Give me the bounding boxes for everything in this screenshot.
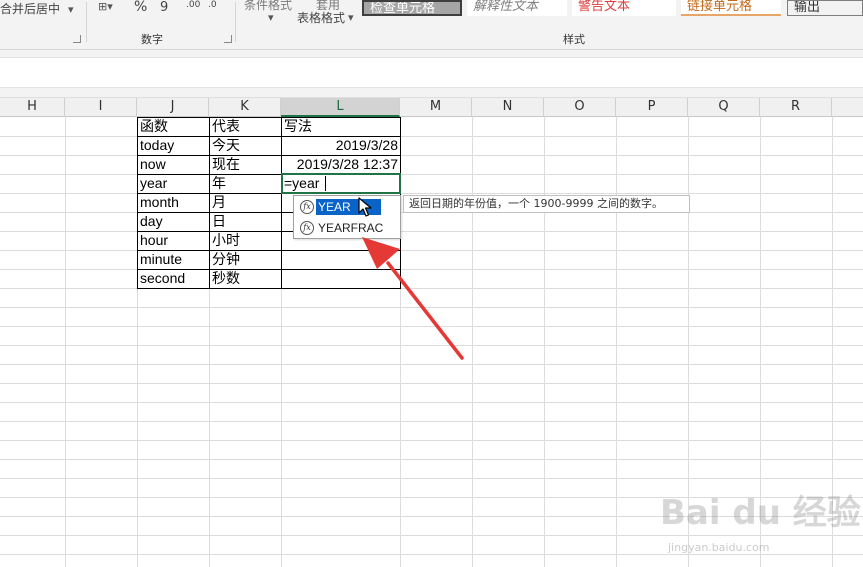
grid-row-line bbox=[0, 478, 863, 479]
column-header-l[interactable]: L bbox=[281, 98, 400, 117]
column-header-n[interactable]: N bbox=[472, 98, 544, 117]
baidu-jingyan-watermark: Bai du 经验 jingyan.baidu.com bbox=[660, 485, 861, 565]
table-cell-j[interactable]: year bbox=[138, 174, 209, 193]
table-cell-j[interactable]: now bbox=[138, 155, 209, 174]
column-header-row: H I J K L M N O P Q R bbox=[0, 98, 863, 117]
watermark-url: jingyan.baidu.com bbox=[668, 541, 770, 554]
ribbon-separator bbox=[235, 2, 236, 42]
table-cell-l[interactable]: 2019/3/28 bbox=[282, 136, 400, 155]
fx-function-icon: fx bbox=[300, 200, 314, 214]
alignment-launcher-icon[interactable] bbox=[73, 35, 81, 43]
table-cell-k[interactable]: 今天 bbox=[210, 136, 281, 155]
column-header-o[interactable]: O bbox=[544, 98, 616, 117]
table-cell-j[interactable]: hour bbox=[138, 231, 209, 250]
table-border-vertical bbox=[209, 117, 210, 289]
fx-function-icon: fx bbox=[300, 221, 314, 235]
table-border-horizontal bbox=[137, 155, 401, 156]
percent-button[interactable]: % bbox=[134, 0, 147, 15]
styles-group-label: 样式 bbox=[563, 33, 585, 46]
table-cell-k[interactable]: 分钟 bbox=[210, 250, 281, 269]
accounting-format-icon[interactable]: ⊞▾ bbox=[98, 0, 113, 13]
table-cell-k[interactable]: 秒数 bbox=[210, 269, 281, 288]
style-check-cell[interactable]: 检查单元格 bbox=[362, 0, 462, 16]
column-header-p[interactable]: P bbox=[616, 98, 688, 117]
table-cell-j[interactable]: day bbox=[138, 212, 209, 231]
number-launcher-icon[interactable] bbox=[224, 35, 232, 43]
table-cell-k[interactable]: 代表 bbox=[210, 117, 281, 136]
grid-column-line bbox=[616, 117, 617, 567]
table-cell-k[interactable]: 年 bbox=[210, 174, 281, 193]
annotation-arrow-icon bbox=[362, 237, 464, 360]
table-format-chevron-icon[interactable]: ▾ bbox=[348, 11, 354, 24]
merge-dropdown-chevron-icon[interactable]: ▾ bbox=[68, 3, 74, 16]
table-cell-k[interactable]: 日 bbox=[210, 212, 281, 231]
table-cell-j[interactable]: today bbox=[138, 136, 209, 155]
grid-column-line bbox=[65, 117, 66, 567]
table-cell-j[interactable]: second bbox=[138, 269, 209, 288]
grid-row-line bbox=[0, 440, 863, 441]
grid-row-line bbox=[0, 402, 863, 403]
table-border-horizontal bbox=[137, 136, 401, 137]
grid-row-line bbox=[0, 174, 863, 175]
style-output[interactable]: 输出 bbox=[787, 0, 863, 16]
grid-row-line bbox=[0, 459, 863, 460]
column-header-i[interactable]: I bbox=[65, 98, 137, 117]
table-cell-j[interactable]: 函数 bbox=[138, 117, 209, 136]
table-cell-l[interactable]: 写法 bbox=[282, 117, 400, 136]
grid-row-line bbox=[0, 383, 863, 384]
autocomplete-item-year[interactable]: fx YEAR bbox=[296, 197, 400, 217]
comma-style-button[interactable]: 9 bbox=[160, 0, 168, 15]
style-warning-text[interactable]: 警告文本 bbox=[572, 0, 676, 16]
ribbon-separator bbox=[86, 2, 87, 42]
table-border-vertical bbox=[281, 117, 282, 289]
number-group-label: 数字 bbox=[141, 33, 163, 46]
text-caret bbox=[325, 176, 326, 191]
table-border-vertical bbox=[137, 117, 138, 289]
merge-center-button[interactable]: 合并后居中 bbox=[0, 0, 60, 17]
table-cell-l[interactable]: 2019/3/28 12:37 bbox=[282, 155, 400, 174]
conditional-format-chevron-icon[interactable]: ▾ bbox=[268, 11, 274, 24]
column-header-h[interactable]: H bbox=[0, 98, 65, 117]
ribbon: 合并后居中 ▾ ⊞▾ % 9 .00 .0 数字 条件格式 ▾ 套用 表格格式 … bbox=[0, 0, 863, 50]
mouse-pointer-icon bbox=[358, 197, 372, 217]
column-header-r[interactable]: R bbox=[760, 98, 832, 117]
style-linked-cell[interactable]: 链接单元格 bbox=[681, 0, 781, 16]
table-cell-k[interactable]: 现在 bbox=[210, 155, 281, 174]
grid-row-line bbox=[0, 193, 863, 194]
formula-bar[interactable] bbox=[0, 57, 863, 88]
grid-row-line bbox=[0, 155, 863, 156]
style-explanatory-text[interactable]: 解释性文本 bbox=[467, 0, 567, 16]
table-border-horizontal bbox=[137, 117, 401, 118]
grid-row-line bbox=[0, 136, 863, 137]
table-cell-j[interactable]: month bbox=[138, 193, 209, 212]
function-tooltip: 返回日期的年份值，一个 1900-9999 之间的数字。 bbox=[403, 195, 690, 213]
column-header-k[interactable]: K bbox=[209, 98, 281, 117]
table-cell-k[interactable]: 月 bbox=[210, 193, 281, 212]
formula-bar-area bbox=[0, 50, 863, 98]
grid-row-line bbox=[0, 421, 863, 422]
increase-decimal-button[interactable]: .00 bbox=[186, 0, 200, 10]
column-header-m[interactable]: M bbox=[400, 98, 472, 117]
table-cell-j[interactable]: minute bbox=[138, 250, 209, 269]
formula-edit-text[interactable]: =year bbox=[284, 174, 319, 192]
column-header-q[interactable]: Q bbox=[688, 98, 760, 117]
grid-column-line bbox=[472, 117, 473, 567]
table-format-button[interactable]: 表格格式 bbox=[297, 9, 345, 26]
watermark-brand: Bai du 经验 bbox=[660, 493, 861, 533]
table-cell-k[interactable]: 小时 bbox=[210, 231, 281, 250]
grid-column-line bbox=[544, 117, 545, 567]
decrease-decimal-button[interactable]: .0 bbox=[208, 0, 217, 10]
column-header-j[interactable]: J bbox=[137, 98, 209, 117]
